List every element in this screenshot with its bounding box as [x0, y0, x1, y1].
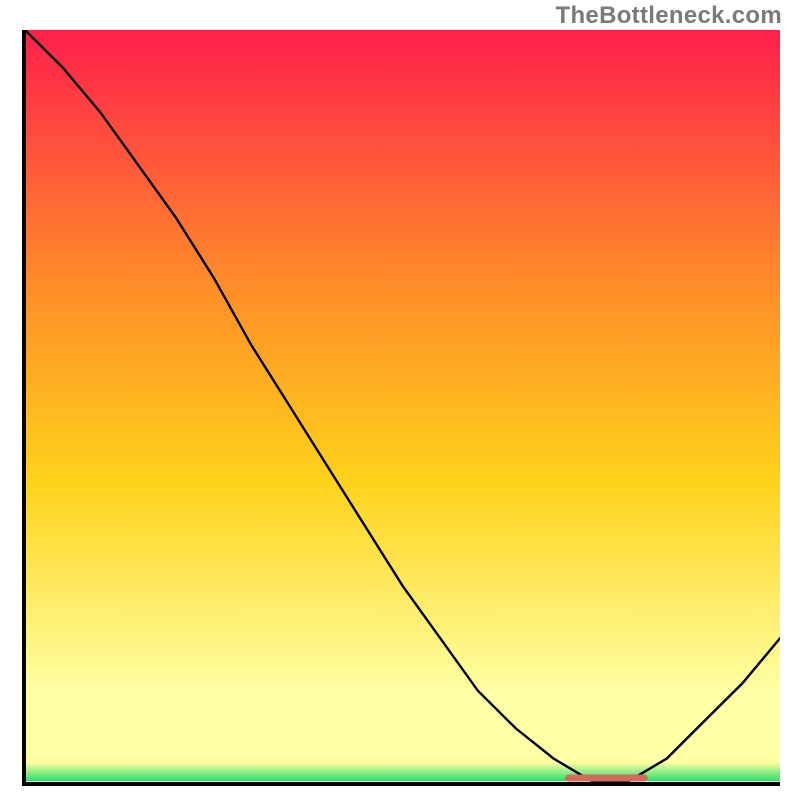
attribution-text: TheBottleneck.com [556, 2, 782, 30]
chart-area [22, 30, 780, 788]
gradient-background [25, 30, 780, 781]
bottleneck-chart-svg [22, 30, 780, 788]
